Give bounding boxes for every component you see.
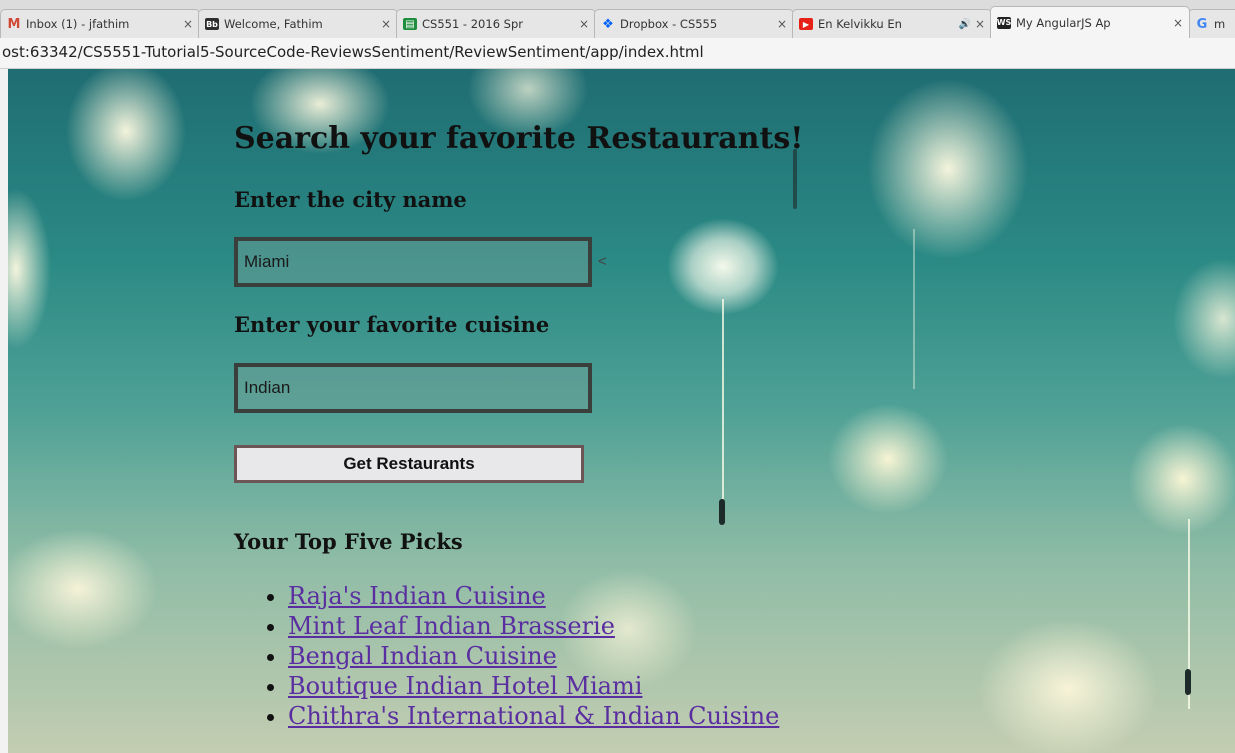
dandelion-seed	[1185, 669, 1191, 695]
tab-cs551-sheet[interactable]: ▤ CS551 - 2016 Spr ×	[396, 9, 596, 38]
google-icon: G	[1196, 16, 1208, 32]
tab-title: Dropbox - CS555	[620, 17, 718, 31]
tab-title: En Kelvikku En	[818, 17, 902, 31]
restaurant-list: Raja's Indian Cuisine Mint Leaf Indian B…	[234, 581, 779, 731]
list-item: Boutique Indian Hotel Miami	[288, 671, 779, 701]
tab-title: CS551 - 2016 Spr	[422, 17, 523, 31]
gmail-icon: M	[7, 16, 21, 32]
close-tab-icon[interactable]: ×	[381, 17, 391, 31]
list-item: Chithra's International & Indian Cuisine	[288, 701, 779, 731]
restaurant-link[interactable]: Mint Leaf Indian Brasserie	[288, 612, 615, 640]
close-tab-icon[interactable]: ×	[579, 17, 589, 31]
audio-playing-icon[interactable]: 🔊	[958, 19, 970, 30]
city-label: Enter the city name	[234, 187, 467, 212]
dandelion-seed	[719, 499, 725, 525]
close-tab-icon[interactable]: ×	[777, 17, 787, 31]
page-title: Search your favorite Restaurants!	[234, 121, 804, 156]
tab-title: Welcome, Fathim	[224, 17, 323, 31]
restaurant-link[interactable]: Raja's Indian Cuisine	[288, 582, 546, 610]
tab-title: Inbox (1) - jfathim	[26, 17, 130, 31]
tab-title: m	[1214, 17, 1226, 31]
webstorm-icon: WS	[996, 16, 1012, 29]
address-bar[interactable]: ost:63342/CS5551-Tutorial5-SourceCode-Re…	[0, 38, 1235, 69]
tab-google[interactable]: G m	[1188, 9, 1235, 38]
top-picks-heading: Your Top Five Picks	[234, 529, 463, 554]
dropbox-icon: ❖	[602, 16, 614, 32]
list-item: Bengal Indian Cuisine	[288, 641, 779, 671]
page-viewport: Search your favorite Restaurants! Enter …	[8, 69, 1235, 753]
close-tab-icon[interactable]: ×	[1173, 16, 1183, 30]
url-text[interactable]: ost:63342/CS5551-Tutorial5-SourceCode-Re…	[2, 43, 704, 61]
close-tab-icon[interactable]: ×	[183, 17, 193, 31]
tab-title: My AngularJS Ap	[1016, 15, 1111, 30]
restaurant-link[interactable]: Bengal Indian Cuisine	[288, 642, 557, 670]
blackboard-icon: Bb	[205, 18, 219, 30]
tab-dropbox[interactable]: ❖ Dropbox - CS555 ×	[594, 9, 794, 38]
dandelion-stem	[913, 229, 915, 389]
tab-gmail-inbox[interactable]: M Inbox (1) - jfathim ×	[0, 9, 200, 38]
dandelion-stem	[722, 299, 724, 499]
tab-my-angularjs-app[interactable]: WS My AngularJS Ap ×	[990, 6, 1190, 38]
sheets-icon: ▤	[403, 18, 417, 30]
restaurant-link[interactable]: Boutique Indian Hotel Miami	[288, 672, 642, 700]
list-item: Raja's Indian Cuisine	[288, 581, 779, 611]
tab-blackboard-welcome[interactable]: Bb Welcome, Fathim ×	[198, 9, 398, 38]
get-restaurants-button[interactable]: Get Restaurants	[234, 445, 584, 483]
browser-tab-strip: M Inbox (1) - jfathim × Bb Welcome, Fath…	[0, 0, 1235, 38]
city-input[interactable]	[234, 237, 592, 287]
list-item: Mint Leaf Indian Brasserie	[288, 611, 779, 641]
close-tab-icon[interactable]: ×	[975, 17, 985, 31]
stray-text: <	[598, 253, 607, 270]
cuisine-input[interactable]	[234, 363, 592, 413]
restaurant-link[interactable]: Chithra's International & Indian Cuisine	[288, 702, 779, 730]
youtube-icon: ▶	[799, 18, 813, 30]
dandelion-seed	[793, 149, 797, 209]
cuisine-label: Enter your favorite cuisine	[234, 312, 550, 337]
tab-youtube-video[interactable]: ▶ En Kelvikku En 🔊 ×	[792, 9, 992, 38]
